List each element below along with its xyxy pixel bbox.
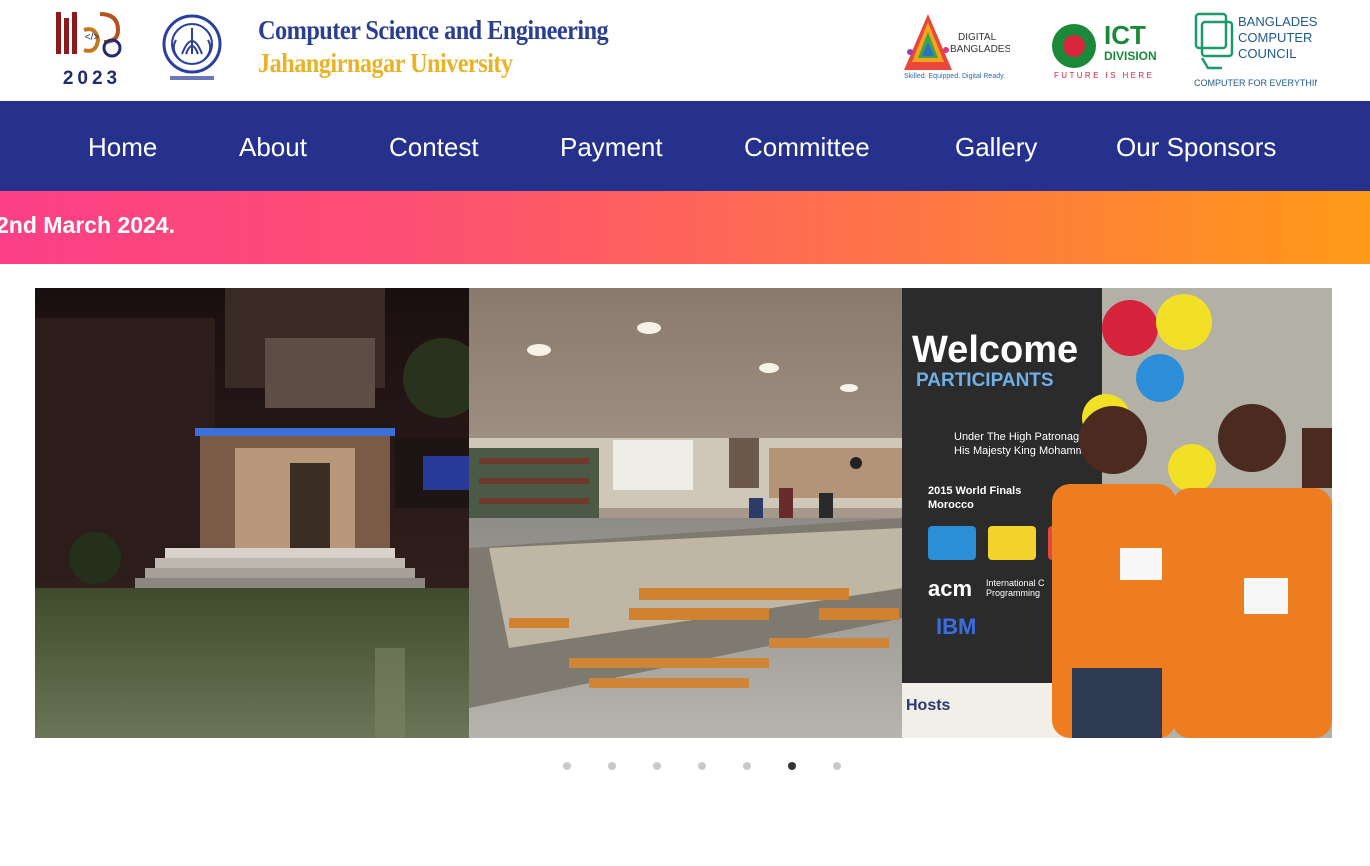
carousel-image-department-building: [35, 288, 469, 738]
announcement-text: 2nd March 2024.: [0, 212, 175, 238]
banner-acm-sub1: International C: [986, 578, 1045, 588]
digital-bangladesh-logo[interactable]: DIGITAL BANGLADESH Skilled. Equipped. Di…: [900, 12, 1018, 84]
banner-ibm: IBM: [936, 614, 976, 639]
digital-bd-title2: BANGLADESH: [950, 44, 1010, 55]
nav-committee[interactable]: Committee: [744, 101, 870, 191]
nav-home[interactable]: Home: [88, 101, 157, 191]
nav-payment[interactable]: Payment: [560, 101, 663, 191]
carousel-dot-4[interactable]: [698, 762, 706, 770]
banner-patronage1: Under The High Patronag: [954, 431, 1079, 443]
banner-hosts: Hosts: [906, 697, 951, 714]
carousel-dot-3[interactable]: [653, 762, 661, 770]
ict-subtitle: DIVISION: [1104, 49, 1157, 63]
carousel-dot-5[interactable]: [743, 762, 751, 770]
department-name: Computer Science and Engineering: [258, 15, 609, 45]
main-navigation: Home About Contest Payment Committee Gal…: [0, 101, 1370, 191]
carousel-dot-2[interactable]: [608, 762, 616, 770]
digital-bd-title1: DIGITAL: [958, 32, 997, 43]
nav-about[interactable]: About: [239, 101, 307, 191]
nav-gallery[interactable]: Gallery: [955, 101, 1037, 191]
jahangirnagar-university-seal[interactable]: [160, 12, 224, 86]
carousel-dot-6[interactable]: [788, 762, 796, 770]
nav-our-sponsors[interactable]: Our Sponsors: [1116, 101, 1276, 191]
site-header: </> 2023 Computer Science and Engineerin…: [0, 0, 1370, 101]
banner-finals1: 2015 World Finals: [928, 485, 1021, 497]
university-name: Jahangirnagar University: [258, 48, 513, 78]
banner-finals2: Morocco: [928, 499, 974, 511]
bcc-line2: COMPUTER: [1238, 30, 1312, 45]
bcc-line3: COUNCIL: [1238, 46, 1297, 61]
bcc-line1: BANGLADESH: [1238, 14, 1317, 29]
bcc-tagline: COMPUTER FOR EVERYTHING: [1194, 78, 1317, 88]
banner-participants: PARTICIPANTS: [916, 370, 1054, 391]
banner-patronage2: His Majesty King Mohammed: [954, 445, 1097, 457]
iupc-2023-logo[interactable]: </> 2023: [54, 10, 130, 89]
carousel-image-welcome-participants: Welcome PARTICIPANTS Under The High Patr…: [902, 288, 1332, 738]
carousel-pagination: [0, 760, 1370, 774]
carousel-dot-1[interactable]: [563, 762, 571, 770]
carousel-image-reading-room: [469, 288, 903, 738]
ict-tagline: FUTURE IS HERE: [1054, 71, 1154, 80]
svg-text:</>: </>: [85, 32, 100, 43]
image-carousel[interactable]: Welcome PARTICIPANTS Under The High Patr…: [35, 288, 1332, 738]
digital-bd-tagline: Skilled. Equipped. Digital Ready.: [904, 73, 1005, 80]
iupc-year: 2023: [63, 68, 121, 88]
banner-acm: acm: [928, 576, 972, 601]
nav-contest[interactable]: Contest: [389, 101, 479, 191]
bangladesh-computer-council-logo[interactable]: BANGLADESH COMPUTER COUNCIL COMPUTER FOR…: [1192, 10, 1328, 90]
carousel-dot-7[interactable]: [833, 762, 841, 770]
announcement-marquee: 2nd March 2024.: [0, 191, 1370, 264]
ict-division-logo[interactable]: ICT DIVISION FUTURE IS HERE: [1050, 14, 1160, 82]
banner-welcome: Welcome: [912, 329, 1078, 371]
department-title: Computer Science and Engineering Jahangi…: [258, 14, 638, 84]
banner-acm-sub2: Programming: [986, 588, 1040, 598]
ict-title: ICT: [1104, 20, 1146, 50]
